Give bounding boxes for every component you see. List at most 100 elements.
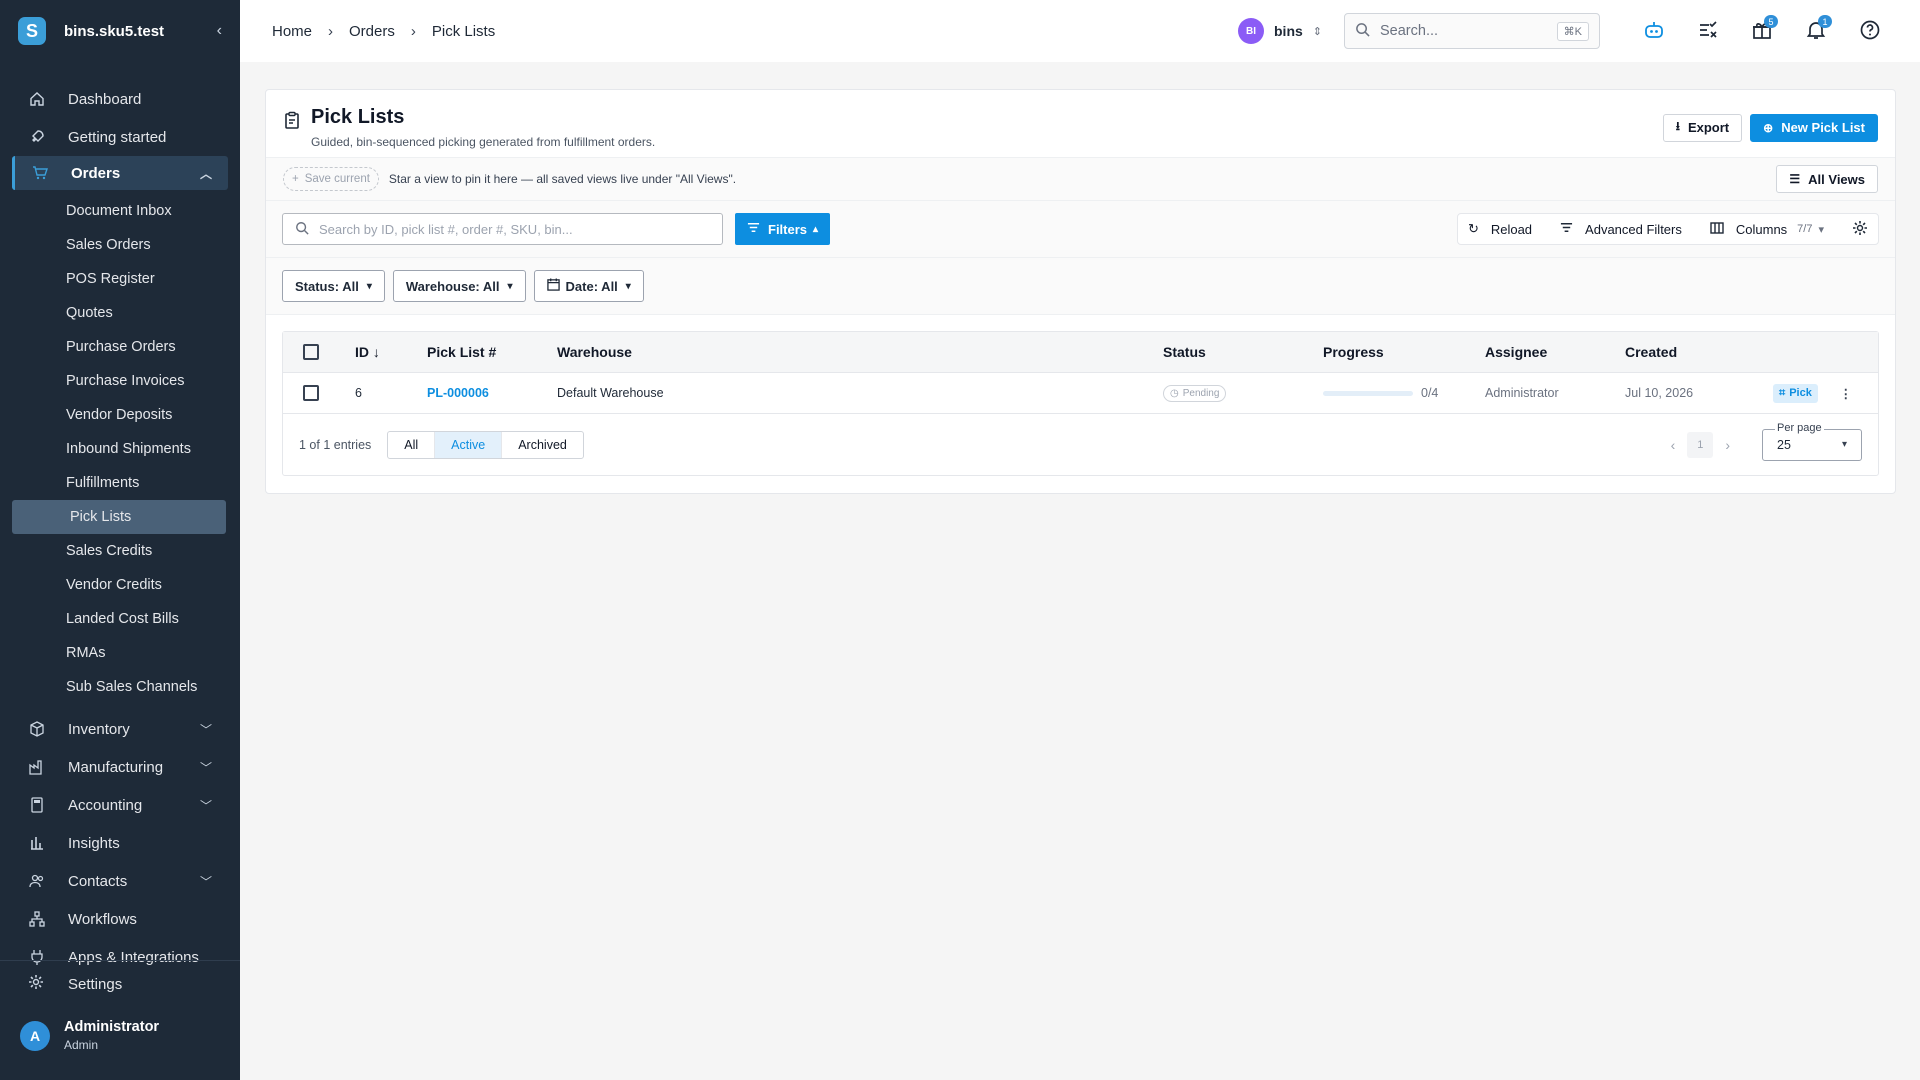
- table-settings-button[interactable]: [1852, 220, 1868, 239]
- sidebar-item-orders[interactable]: Orders ︿: [12, 156, 228, 190]
- column-header-progress[interactable]: Progress: [1323, 344, 1485, 360]
- sidebar-subitem-rmas[interactable]: RMAs: [0, 636, 240, 670]
- sidebar-item-workflows[interactable]: Workflows: [0, 900, 240, 938]
- clipboard-icon: [283, 111, 301, 143]
- sidebar-subitem-pick-lists[interactable]: Pick Lists: [12, 500, 226, 534]
- updown-chevron-icon: ⇕: [1312, 25, 1322, 38]
- sidebar-subitem-sales-orders[interactable]: Sales Orders: [0, 228, 240, 262]
- current-user[interactable]: A Administrator Admin: [0, 1007, 240, 1064]
- sidebar-item-settings[interactable]: Settings: [0, 961, 240, 1007]
- sidebar-subitem-sales-credits[interactable]: Sales Credits: [0, 534, 240, 568]
- reload-button[interactable]: ↻ Reload: [1468, 221, 1532, 237]
- date-filter-chip[interactable]: Date: All ▾: [533, 270, 644, 302]
- tenant-switcher[interactable]: BI bins ⇕: [1238, 18, 1322, 44]
- sidebar-subitem-purchase-invoices[interactable]: Purchase Invoices: [0, 364, 240, 398]
- column-header-pick-list[interactable]: Pick List #: [427, 344, 557, 360]
- sidebar-subitem-pos-register[interactable]: POS Register: [0, 262, 240, 296]
- warehouse-filter-chip[interactable]: Warehouse: All ▾: [392, 270, 526, 302]
- factory-icon: [28, 758, 46, 776]
- sidebar-subitem-vendor-credits[interactable]: Vendor Credits: [0, 568, 240, 602]
- new-pick-list-label: New Pick List: [1781, 120, 1865, 135]
- advanced-filters-button[interactable]: Advanced Filters: [1560, 221, 1682, 237]
- collapse-sidebar-icon[interactable]: ‹: [217, 22, 222, 40]
- next-page-icon[interactable]: ›: [1725, 437, 1730, 453]
- breadcrumb-separator: ›: [410, 22, 416, 40]
- rocket-icon: [28, 128, 46, 146]
- pick-label: Pick: [1789, 387, 1812, 399]
- sidebar-subitem-document-inbox[interactable]: Document Inbox: [0, 194, 240, 228]
- sidebar-item-dashboard[interactable]: Dashboard: [0, 80, 240, 118]
- chevron-down-icon: ﹀: [199, 722, 212, 737]
- page-number[interactable]: 1: [1687, 431, 1714, 458]
- column-header-created[interactable]: Created: [1625, 344, 1773, 360]
- clock-icon: ◷: [1170, 387, 1179, 399]
- sidebar-subitem-vendor-deposits[interactable]: Vendor Deposits: [0, 398, 240, 432]
- pick-list-link[interactable]: PL-000006: [427, 386, 489, 400]
- pick-button[interactable]: ⌗ Pick: [1773, 383, 1818, 403]
- per-page-select[interactable]: Per page 25 ▾: [1762, 421, 1862, 461]
- sidebar-item-manufacturing[interactable]: Manufacturing ﹀: [0, 748, 240, 786]
- save-current-view-button[interactable]: + Save current: [283, 167, 379, 191]
- new-pick-list-button[interactable]: ⊕ New Pick List: [1750, 113, 1878, 142]
- breadcrumb-home[interactable]: Home: [272, 23, 312, 40]
- segment-active[interactable]: Active: [435, 431, 503, 458]
- sidebar-subitem-inbound-shipments[interactable]: Inbound Shipments: [0, 432, 240, 466]
- box-icon: [28, 720, 46, 738]
- column-header-label: ID: [355, 344, 369, 360]
- gear-icon: [28, 974, 46, 994]
- global-search-input[interactable]: Search... ⌘K: [1344, 13, 1600, 49]
- tasks-button[interactable]: [1690, 13, 1726, 49]
- whats-new-button[interactable]: 5: [1744, 13, 1780, 49]
- cell-id: 6: [355, 386, 362, 400]
- sort-desc-icon: ↓: [372, 344, 380, 360]
- help-button[interactable]: [1852, 13, 1888, 49]
- user-info: Administrator Admin: [64, 1019, 159, 1052]
- sidebar-subitem-sub-sales-channels[interactable]: Sub Sales Channels: [0, 670, 240, 704]
- user-name: Administrator: [64, 1019, 160, 1035]
- export-label: Export: [1687, 120, 1730, 135]
- segment-all[interactable]: All: [388, 431, 436, 458]
- sidebar-item-inventory[interactable]: Inventory ﹀: [0, 710, 240, 748]
- archive-filter-segment: All Active Archived: [387, 430, 584, 459]
- sidebar-item-accounting[interactable]: Accounting ﹀: [0, 786, 240, 824]
- advanced-filters-label: Advanced Filters: [1585, 221, 1682, 237]
- column-header-warehouse[interactable]: Warehouse: [557, 344, 1163, 360]
- ai-assistant-button[interactable]: [1636, 13, 1672, 49]
- cell-actions: ⌗ Pick ⋮: [1773, 383, 1878, 403]
- select-all-checkbox[interactable]: [303, 344, 319, 360]
- sidebar-subitem-quotes[interactable]: Quotes: [0, 296, 240, 330]
- row-checkbox[interactable]: [303, 385, 319, 401]
- prev-page-icon[interactable]: ‹: [1671, 437, 1676, 453]
- sidebar-subitem-landed-cost-bills[interactable]: Landed Cost Bills: [0, 602, 240, 636]
- sidebar-item-getting-started[interactable]: Getting started: [0, 118, 240, 156]
- table-search-input[interactable]: Search by ID, pick list #, order #, SKU,…: [282, 213, 723, 245]
- brand-logo[interactable]: S: [18, 17, 46, 45]
- cell-warehouse: Default Warehouse: [557, 386, 664, 400]
- segment-archived[interactable]: Archived: [502, 432, 583, 458]
- filters-label: Filters: [768, 221, 808, 237]
- pagination: ‹ 1 › Per page 25 ▾: [1659, 421, 1862, 461]
- sidebar-item-contacts[interactable]: Contacts ﹀: [0, 862, 240, 900]
- breadcrumb-orders[interactable]: Orders: [349, 23, 395, 40]
- sidebar-subitem-purchase-orders[interactable]: Purchase Orders: [0, 330, 240, 364]
- search-shortcut: ⌘K: [1556, 21, 1589, 41]
- column-header-id[interactable]: ID ↓: [355, 344, 427, 360]
- home-icon: [28, 90, 46, 108]
- sidebar-subitem-fulfillments[interactable]: Fulfillments: [0, 466, 240, 500]
- filters-button[interactable]: Filters ▴: [735, 213, 831, 245]
- orders-submenu: Document Inbox Sales Orders POS Register…: [0, 194, 240, 704]
- progress-text: 0/4: [1421, 386, 1439, 400]
- columns-button[interactable]: Columns 7/7 ▾: [1710, 222, 1824, 237]
- notifications-button[interactable]: 1: [1798, 13, 1834, 49]
- sidebar-item-label: Orders: [71, 164, 121, 182]
- chevron-down-icon: ▾: [507, 280, 513, 292]
- sidebar-item-insights[interactable]: Insights: [0, 824, 240, 862]
- per-page-label: Per page: [1775, 421, 1824, 434]
- column-header-status[interactable]: Status: [1163, 344, 1323, 360]
- row-menu-icon[interactable]: ⋮: [1840, 386, 1853, 401]
- table-row[interactable]: 6 PL-000006 Default Warehouse ◷ Pending …: [283, 373, 1878, 414]
- column-header-assignee[interactable]: Assignee: [1485, 344, 1625, 360]
- export-button[interactable]: ⭳ Export: [1662, 113, 1743, 142]
- all-views-button[interactable]: ☰ All Views: [1776, 165, 1878, 193]
- status-filter-chip[interactable]: Status: All ▾: [282, 270, 385, 302]
